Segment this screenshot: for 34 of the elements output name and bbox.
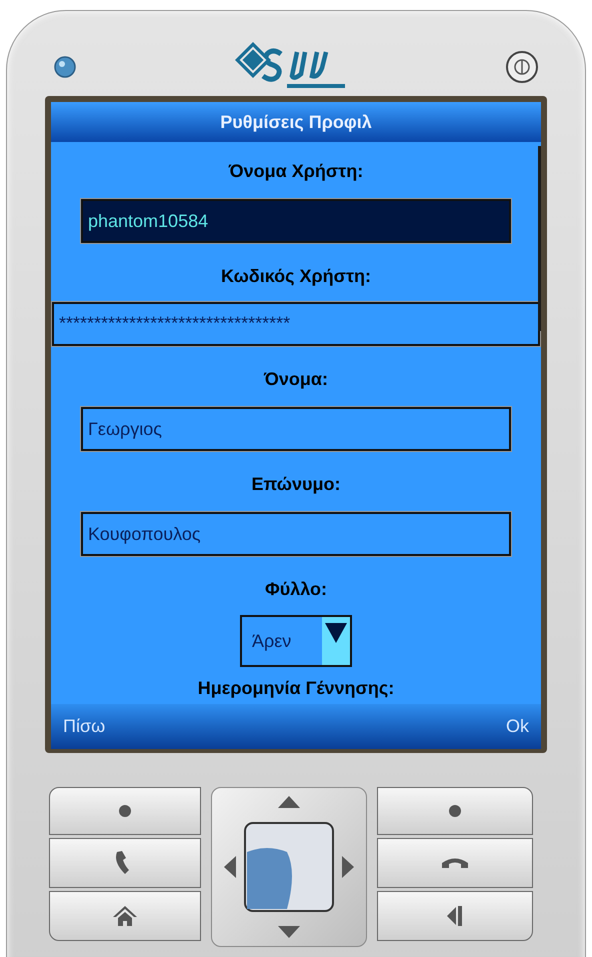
input-field[interactable]: Γεωργιος [81,407,511,451]
field-label: Φύλλο: [264,578,328,601]
back-softkey[interactable]: Πίσω [63,713,106,740]
down-arrow-icon [278,926,300,938]
field-label: Κωδικός Χρήστη: [221,265,371,288]
dot-icon [119,805,131,817]
screen-title: Ρυθμίσεις Προφιλ [51,102,541,142]
field-label: Επώνυμο: [252,473,340,496]
field-label: Ημερομηνία Γέννησης: [198,677,394,700]
field-label: Όνομα: [264,368,328,391]
ok-softkey[interactable]: Ok [506,713,529,740]
back-icon [447,905,463,927]
power-button-icon[interactable] [505,50,539,84]
navigation-pad[interactable] [211,787,367,947]
field-label: Όνομα Χρήστη: [228,160,364,183]
select-button-icon [244,822,334,912]
up-arrow-icon [278,796,300,808]
hang-up-icon [441,857,469,869]
home-icon [112,904,138,928]
left-arrow-icon [224,856,236,878]
dropdown-arrow-icon [325,623,347,643]
input-field[interactable]: phantom10584 [81,199,511,243]
right-arrow-icon [342,856,354,878]
end-call-key[interactable] [377,838,533,888]
input-field[interactable]: Κουφοπουλος [81,512,511,556]
call-key[interactable] [49,838,201,888]
soft-key[interactable] [377,787,533,835]
gender-dropdown[interactable]: Άρεν [240,615,352,667]
indicator-light-icon [53,54,77,78]
back-key[interactable] [377,891,533,941]
soft-key[interactable] [49,787,201,835]
dot-icon [449,805,461,817]
home-key[interactable] [49,891,201,941]
password-field[interactable]: ********************************* [52,302,540,346]
